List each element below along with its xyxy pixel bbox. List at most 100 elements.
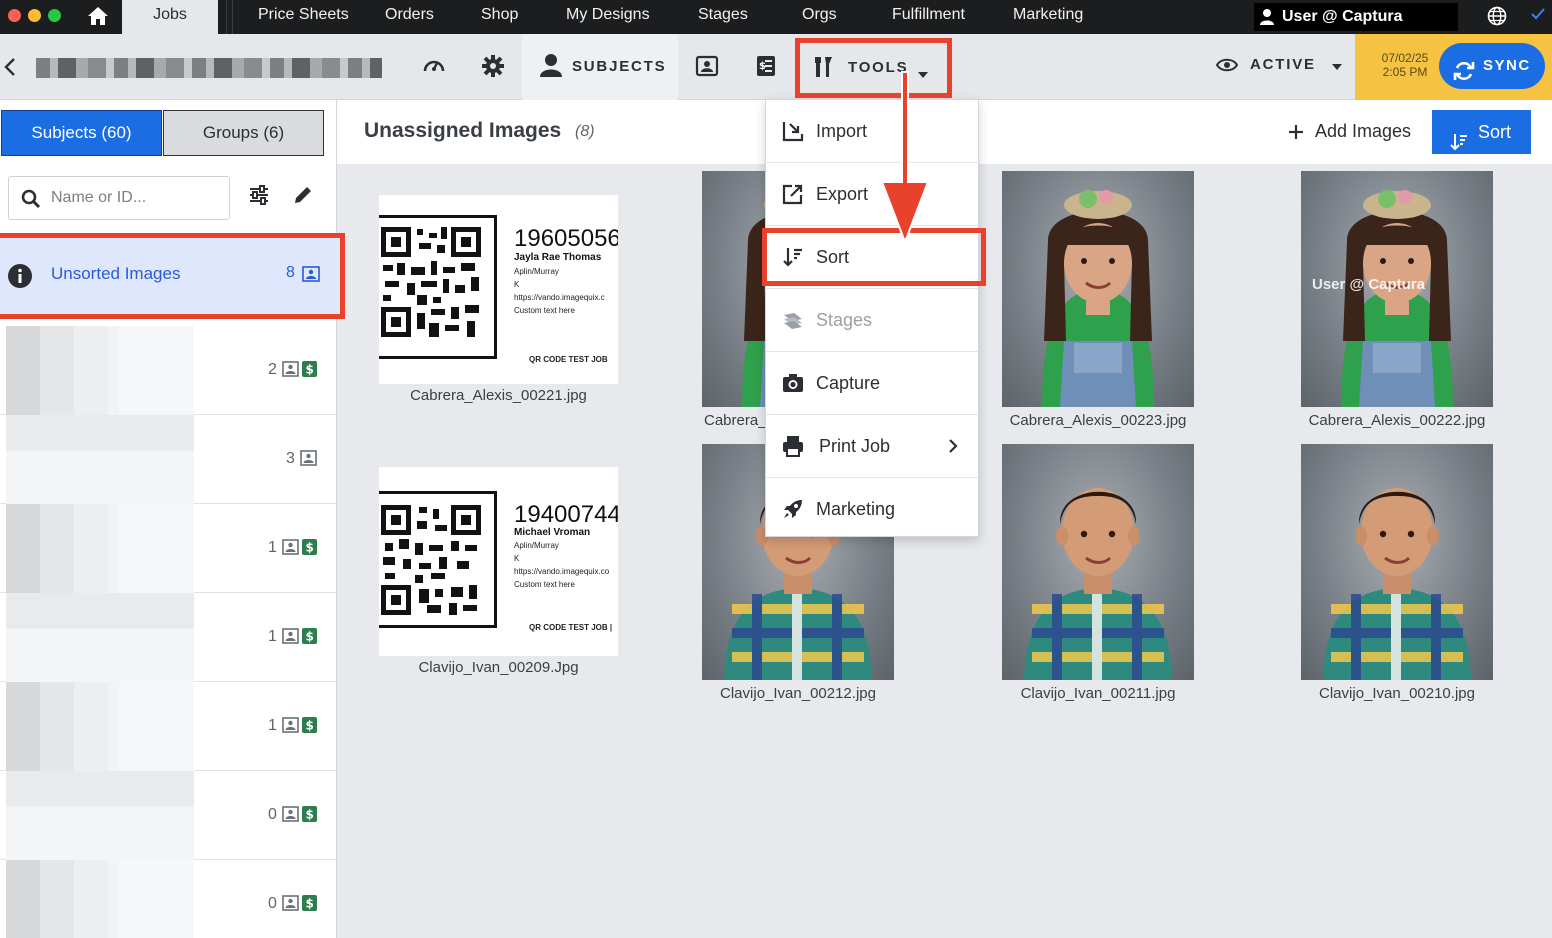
image-filename: Cabrera_Alexis_00222.jpg xyxy=(1308,412,1486,429)
app-window: Jobs Price Sheets Orders Shop My Designs… xyxy=(0,0,1552,938)
subject-image-count: 3 xyxy=(286,450,295,467)
add-images-button[interactable]: Add Images xyxy=(1287,121,1411,142)
nav-stages[interactable]: Stages xyxy=(698,0,748,34)
subject-image-count: 2 xyxy=(268,361,277,378)
person-icon xyxy=(540,53,562,82)
menu-item-print-job[interactable]: Print Job xyxy=(766,415,978,478)
subject-image-count: 1 xyxy=(268,717,277,734)
price-list-icon[interactable]: $ xyxy=(754,54,778,83)
subject-image-count: 1 xyxy=(268,628,277,645)
qr-code-icon xyxy=(381,227,481,337)
image-filename: Clavijo_Ivan_00211.jpg xyxy=(1020,685,1176,702)
tab-subjects[interactable]: SUBJECTS xyxy=(522,34,678,103)
portrait-thumbnail[interactable] xyxy=(1301,444,1493,680)
paid-dollar-icon: $ xyxy=(302,361,317,382)
photo-card-icon[interactable] xyxy=(695,54,719,83)
dashboard-gauge-icon[interactable] xyxy=(422,54,446,83)
portrait-thumbnail[interactable] xyxy=(1002,444,1194,680)
portrait-thumbnail[interactable] xyxy=(1002,171,1194,407)
caret-down-icon xyxy=(1331,57,1342,74)
subject-search-input[interactable]: Name or ID... xyxy=(8,176,230,220)
job-name-blurred xyxy=(36,58,382,78)
unsorted-highlight-box xyxy=(0,233,345,319)
camera-icon xyxy=(782,372,804,399)
checkmark-icon xyxy=(1530,7,1546,26)
sort-button[interactable]: Sort xyxy=(1432,110,1531,154)
paid-dollar-icon: $ xyxy=(302,628,317,649)
stages-icon xyxy=(782,309,804,336)
sync-icon xyxy=(1453,55,1475,101)
tab-jobs[interactable]: Jobs xyxy=(122,0,218,34)
qr-code-icon xyxy=(381,505,481,615)
globe-icon[interactable] xyxy=(1486,5,1508,32)
settings-gear-icon[interactable] xyxy=(481,54,505,83)
qr-subject-name: Jayla Rae Thomas xyxy=(514,252,602,263)
search-icon xyxy=(21,189,41,214)
subject-image-count: 0 xyxy=(268,895,277,912)
section-title: Unassigned Images xyxy=(364,119,562,142)
subject-image-count: 1 xyxy=(268,539,277,556)
subject-name-blurred xyxy=(6,415,194,504)
subject-row[interactable]: 0 $ xyxy=(0,860,336,938)
user-name: User @ Captura xyxy=(1282,8,1403,25)
plus-icon xyxy=(1287,123,1305,146)
qr-code-card[interactable]: 19605056: Jayla Rae Thomas Aplin/Murray … xyxy=(379,195,618,384)
svg-text:$: $ xyxy=(306,897,314,911)
home-icon[interactable] xyxy=(86,4,110,28)
user-menu[interactable]: User @ Captura xyxy=(1254,3,1458,31)
section-count: (8) xyxy=(575,123,595,140)
nav-price-sheets[interactable]: Price Sheets xyxy=(258,0,349,34)
subject-row[interactable]: 1 $ xyxy=(0,504,336,593)
subject-row[interactable]: 0 $ xyxy=(0,771,336,860)
export-icon xyxy=(782,183,804,210)
status-filter-dropdown[interactable]: ACTIVE xyxy=(1215,56,1342,74)
image-filename: Cabrera_Alexis_00223.jpg xyxy=(1009,412,1187,429)
subject-name-blurred xyxy=(6,593,194,682)
subject-name-blurred xyxy=(6,504,194,593)
top-navigation: Jobs Price Sheets Orders Shop My Designs… xyxy=(0,0,1552,34)
job-toolbar: SUBJECTS $ TOOLS ACTIVE 07/02/25 2:05 PM… xyxy=(0,34,1552,103)
portrait-thumbnail[interactable]: User @ Captura xyxy=(1301,171,1493,407)
eye-icon xyxy=(1215,56,1239,78)
qr-code-card[interactable]: 194007445 Michael Vroman Aplin/Murray K … xyxy=(379,467,618,656)
qr-subject-name: Michael Vroman xyxy=(514,527,591,538)
nav-orders[interactable]: Orders xyxy=(385,0,434,34)
rocket-icon xyxy=(782,498,804,525)
filter-sliders-icon[interactable] xyxy=(248,184,270,211)
paid-dollar-icon: $ xyxy=(302,895,317,916)
printer-icon xyxy=(782,435,804,462)
qr-subject-id: 19605056: xyxy=(514,225,618,252)
sync-button[interactable]: SYNC xyxy=(1439,43,1545,89)
watermark-text: User @ Captura xyxy=(1312,276,1425,293)
paid-dollar-icon: $ xyxy=(302,539,317,560)
close-window-button[interactable] xyxy=(8,9,21,22)
subject-image-count: 0 xyxy=(268,806,277,823)
nav-shop[interactable]: Shop xyxy=(481,0,518,34)
groups-segment-button[interactable]: Groups (6) xyxy=(163,110,324,156)
minimize-window-button[interactable] xyxy=(28,9,41,22)
maximize-window-button[interactable] xyxy=(48,9,61,22)
last-sync-date: 07/02/25 xyxy=(1381,51,1429,65)
edit-pencil-icon[interactable] xyxy=(292,184,314,211)
nav-orgs[interactable]: Orgs xyxy=(802,0,837,34)
image-stack-icon xyxy=(282,806,299,827)
subject-row[interactable]: 1 $ xyxy=(0,593,336,682)
subject-name-blurred xyxy=(6,682,194,771)
menu-item-capture[interactable]: Capture xyxy=(766,352,978,415)
nav-fulfillment[interactable]: Fulfillment xyxy=(892,0,965,34)
subject-row[interactable]: 2 $ xyxy=(0,326,336,415)
image-filename: Clavijo_Ivan_00212.jpg xyxy=(720,685,876,702)
subjects-sidebar: Subjects (60) Groups (6) Name or ID... U… xyxy=(0,100,344,938)
subjects-segment-button[interactable]: Subjects (60) xyxy=(1,110,162,156)
image-filename: Clavijo_Ivan_00210.jpg xyxy=(1319,685,1475,702)
subject-row[interactable]: 1 $ xyxy=(0,682,336,771)
svg-text:$: $ xyxy=(306,541,314,555)
image-stack-icon xyxy=(282,717,299,738)
subject-row[interactable]: 3 xyxy=(0,415,336,504)
svg-text:$: $ xyxy=(306,363,314,377)
nav-marketing[interactable]: Marketing xyxy=(1013,0,1083,34)
menu-item-marketing[interactable]: Marketing xyxy=(766,478,978,541)
sync-panel: 07/02/25 2:05 PM SYNC xyxy=(1355,34,1552,100)
nav-my-designs[interactable]: My Designs xyxy=(566,0,650,34)
back-arrow-icon[interactable] xyxy=(4,57,16,82)
